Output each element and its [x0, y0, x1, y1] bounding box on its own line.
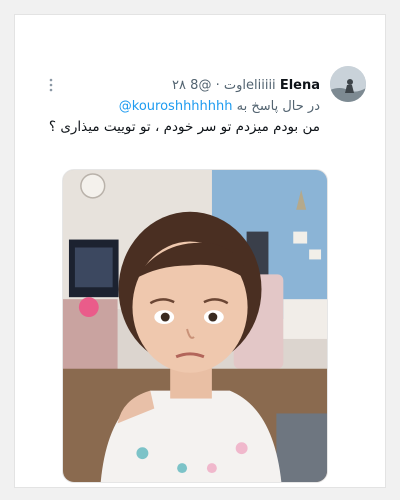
tweet-text: من بودم میزدم تو سر خودم ، تو توییت میذا…	[48, 119, 320, 135]
separator: ·	[215, 78, 220, 93]
avatar[interactable]	[330, 66, 366, 102]
reply-context: در حال پاسخ به @kouroshhhhhhh	[119, 99, 320, 114]
reply-prefix: در حال پاسخ به	[236, 99, 320, 114]
reply-mention-link[interactable]: @kouroshhhhhhh	[119, 99, 233, 114]
tweet-media-image[interactable]	[62, 169, 328, 483]
tweet-card[interactable]: ۲۸ اوت · @8eliiiii Elena در حال پاسخ به …	[14, 14, 386, 488]
display-name[interactable]: Elena	[280, 78, 320, 93]
avatar-image	[330, 66, 366, 102]
tweet-header: ۲۸ اوت · @8eliiiii Elena	[172, 78, 320, 93]
more-icon[interactable]	[43, 77, 59, 93]
